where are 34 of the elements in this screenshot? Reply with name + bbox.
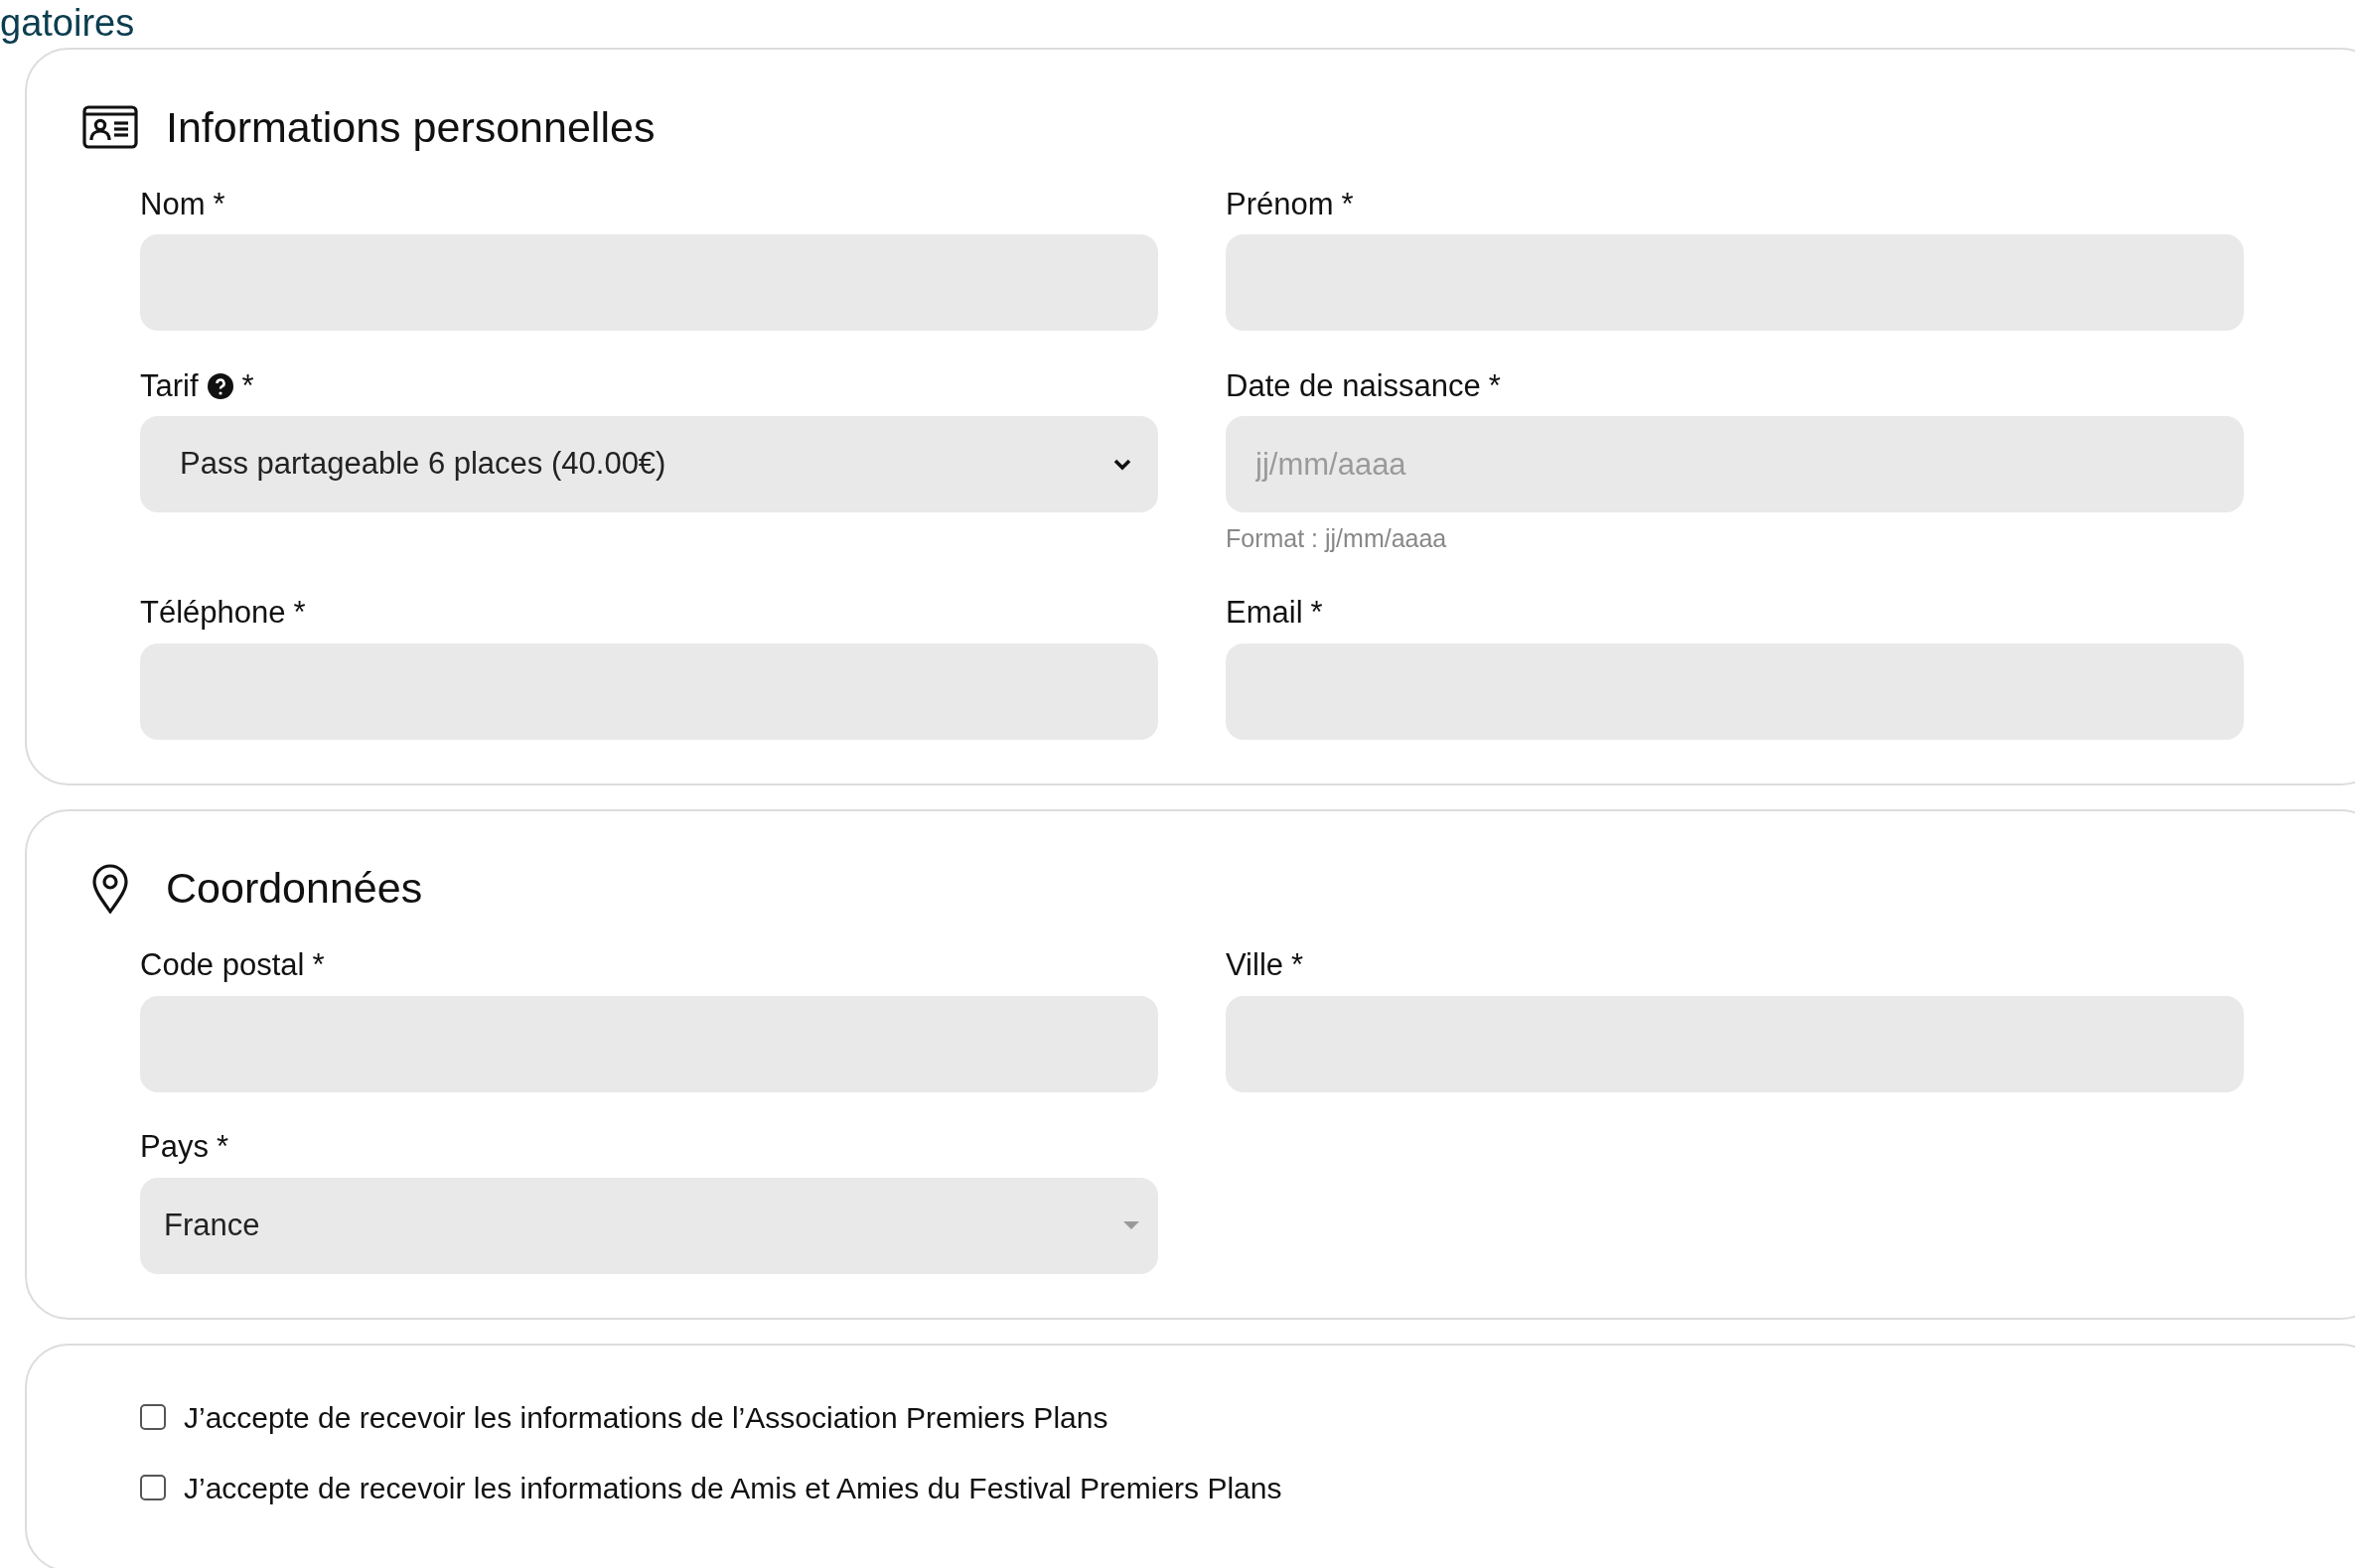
field-label: Date de naissance: [1226, 366, 1481, 405]
chevron-down-icon: [1112, 457, 1132, 472]
field-hint: Format : jj/mm/aaaa: [1226, 523, 1448, 554]
select-field[interactable]: France: [140, 1177, 1158, 1274]
section-title: Coordonnées: [166, 863, 423, 915]
required-mark: *: [293, 594, 306, 633]
field-label: Nom: [140, 185, 206, 223]
text-field[interactable]: jj/mm/aaaa: [1226, 416, 2244, 512]
field-label: Email: [1226, 594, 1303, 633]
field-label: Tarif: [140, 366, 199, 405]
checkbox[interactable]: [140, 1404, 166, 1430]
help-icon[interactable]: [206, 372, 234, 400]
required-mark: *: [1310, 594, 1323, 633]
checkbox-label: J’accepte de recevoir les informations de l’Association Premiers Plans: [184, 1399, 1108, 1436]
required-mark: *: [241, 366, 254, 405]
section-title: Informations personnelles: [166, 101, 656, 153]
checkbox-label: J’accepte de recevoir les informations de Amis et Amies du Festival Premiers Plans: [184, 1470, 1282, 1506]
field-label: Ville: [1226, 946, 1284, 985]
field-label: Code postal: [140, 946, 305, 985]
required-mark: *: [1291, 946, 1304, 985]
field-label: Téléphone: [140, 594, 286, 633]
field-label: Prénom: [1226, 185, 1334, 223]
required-mark: *: [216, 1128, 228, 1167]
checkbox[interactable]: [140, 1475, 166, 1500]
select-field[interactable]: Pass partageable 6 places (40.00€): [140, 416, 1158, 512]
required-mark: *: [213, 185, 225, 223]
map-pin-icon: [90, 863, 130, 914]
required-mark: *: [1341, 185, 1354, 223]
id-card-icon: [82, 105, 138, 149]
required-mark: *: [1488, 366, 1501, 405]
field-label: Pays: [140, 1128, 209, 1167]
page-heading: gatoires: [0, 1, 135, 46]
caret-icon: [1122, 1220, 1140, 1230]
required-mark: *: [312, 946, 325, 985]
